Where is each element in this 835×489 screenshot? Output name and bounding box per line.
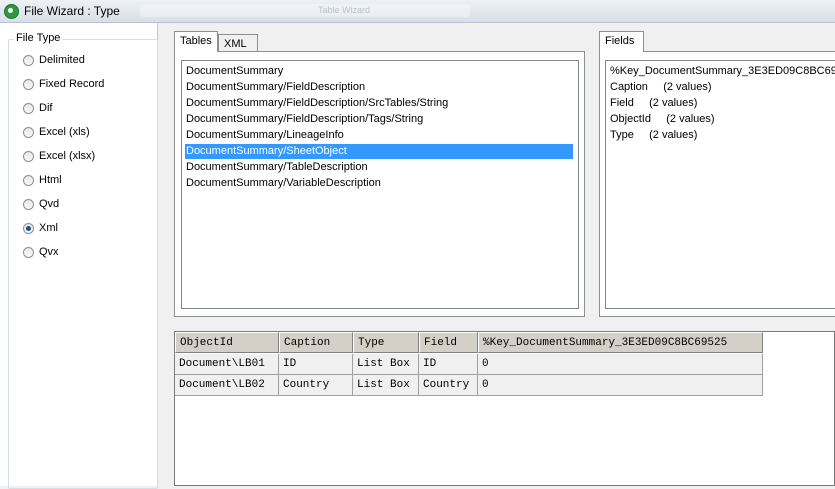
radio-label: Qvx	[39, 246, 59, 258]
table-list-item[interactable]: DocumentSummary/LineageInfo	[185, 128, 344, 143]
radio-circle-icon[interactable]	[23, 126, 34, 138]
radio-qvx[interactable]: Qvx	[23, 244, 59, 260]
grid-cell[interactable]: 0	[478, 375, 763, 396]
tab-xml[interactable]: XML	[218, 34, 258, 52]
grid-cell[interactable]: ID	[419, 354, 478, 375]
field-list-item[interactable]: Field (2 values)	[609, 96, 697, 111]
radio-label: Xml	[39, 222, 58, 234]
window-title: File Wizard : Type	[24, 4, 120, 18]
radio-circle-icon[interactable]	[23, 174, 34, 186]
radio-circle-icon[interactable]	[23, 54, 34, 66]
radio-excel-xlsx[interactable]: Excel (xlsx)	[23, 148, 95, 164]
grid-cell[interactable]: Document\LB02	[175, 375, 279, 396]
radio-delimited[interactable]: Delimited	[23, 52, 85, 68]
grid-cell[interactable]: Country	[419, 375, 478, 396]
radio-selected-icon[interactable]	[23, 222, 34, 234]
grid-cell[interactable]: List Box	[353, 375, 419, 396]
table-list-item[interactable]: DocumentSummary/VariableDescription	[185, 176, 381, 191]
radio-html[interactable]: Html	[23, 172, 62, 188]
radio-excel-xls[interactable]: Excel (xls)	[23, 124, 90, 140]
fields-listbox[interactable]: %Key_DocumentSummary_3E3ED09C8BC69525 Ca…	[605, 60, 835, 309]
grid-header-cell[interactable]: Type	[353, 332, 419, 353]
table-list-item[interactable]: DocumentSummary/FieldDescription/SrcTabl…	[185, 96, 448, 111]
grid-cell[interactable]: Country	[279, 375, 353, 396]
radio-label: Html	[39, 174, 62, 186]
qlikview-logo-icon	[4, 4, 19, 19]
file-type-panel: File Type Delimited Fixed Record Dif Exc…	[0, 23, 158, 489]
radio-label: Excel (xlsx)	[39, 150, 96, 162]
preview-grid[interactable]: ObjectId Caption Type Field %Key_Documen…	[174, 331, 835, 486]
field-list-item[interactable]: ObjectId (2 values)	[609, 112, 715, 127]
radio-label: Fixed Record	[39, 78, 105, 90]
table-list-item[interactable]: DocumentSummary/FieldDescription	[185, 80, 365, 95]
grid-header-cell[interactable]: %Key_DocumentSummary_3E3ED09C8BC69525	[478, 332, 763, 353]
radio-label: Excel (xls)	[39, 126, 90, 138]
tab-tables[interactable]: Tables	[174, 31, 218, 52]
radio-circle-icon[interactable]	[23, 78, 34, 90]
title-bar: File Wizard : Type Table Wizard	[0, 0, 835, 23]
radio-xml[interactable]: Xml	[23, 220, 58, 236]
table-list-item[interactable]: DocumentSummary	[185, 64, 283, 79]
radio-qvd[interactable]: Qvd	[23, 196, 59, 212]
grid-header-cell[interactable]: ObjectId	[175, 332, 279, 353]
radio-circle-icon[interactable]	[23, 102, 34, 114]
field-list-item[interactable]: %Key_DocumentSummary_3E3ED09C8BC69525	[609, 64, 835, 79]
background-window-ghost	[140, 4, 470, 17]
radio-circle-icon[interactable]	[23, 150, 34, 162]
field-list-item[interactable]: Type (2 values)	[609, 128, 697, 143]
grid-cell[interactable]: 0	[478, 354, 763, 375]
grid-header-cell[interactable]: Field	[419, 332, 478, 353]
tab-fields[interactable]: Fields	[599, 31, 644, 52]
field-list-item[interactable]: Caption (2 values)	[609, 80, 712, 95]
radio-label: Dif	[39, 102, 53, 114]
grid-header-cell[interactable]: Caption	[279, 332, 353, 353]
radio-circle-icon[interactable]	[23, 246, 34, 258]
file-type-group-label: File Type	[14, 32, 63, 44]
background-window-title: Table Wizard	[318, 5, 371, 15]
radio-fixed-record[interactable]: Fixed Record	[23, 76, 104, 92]
grid-cell[interactable]: List Box	[353, 354, 419, 375]
tables-listbox[interactable]: DocumentSummary DocumentSummary/FieldDes…	[181, 60, 579, 309]
grid-cell[interactable]: ID	[279, 354, 353, 375]
grid-cell[interactable]: Document\LB01	[175, 354, 279, 375]
radio-label: Delimited	[39, 54, 85, 66]
radio-label: Qvd	[39, 198, 60, 210]
table-list-item-selected[interactable]: DocumentSummary/SheetObject	[185, 144, 573, 159]
table-list-item[interactable]: DocumentSummary/TableDescription	[185, 160, 368, 175]
table-list-item[interactable]: DocumentSummary/FieldDescription/Tags/St…	[185, 112, 423, 127]
radio-dif[interactable]: Dif	[23, 100, 52, 116]
radio-circle-icon[interactable]	[23, 198, 34, 210]
